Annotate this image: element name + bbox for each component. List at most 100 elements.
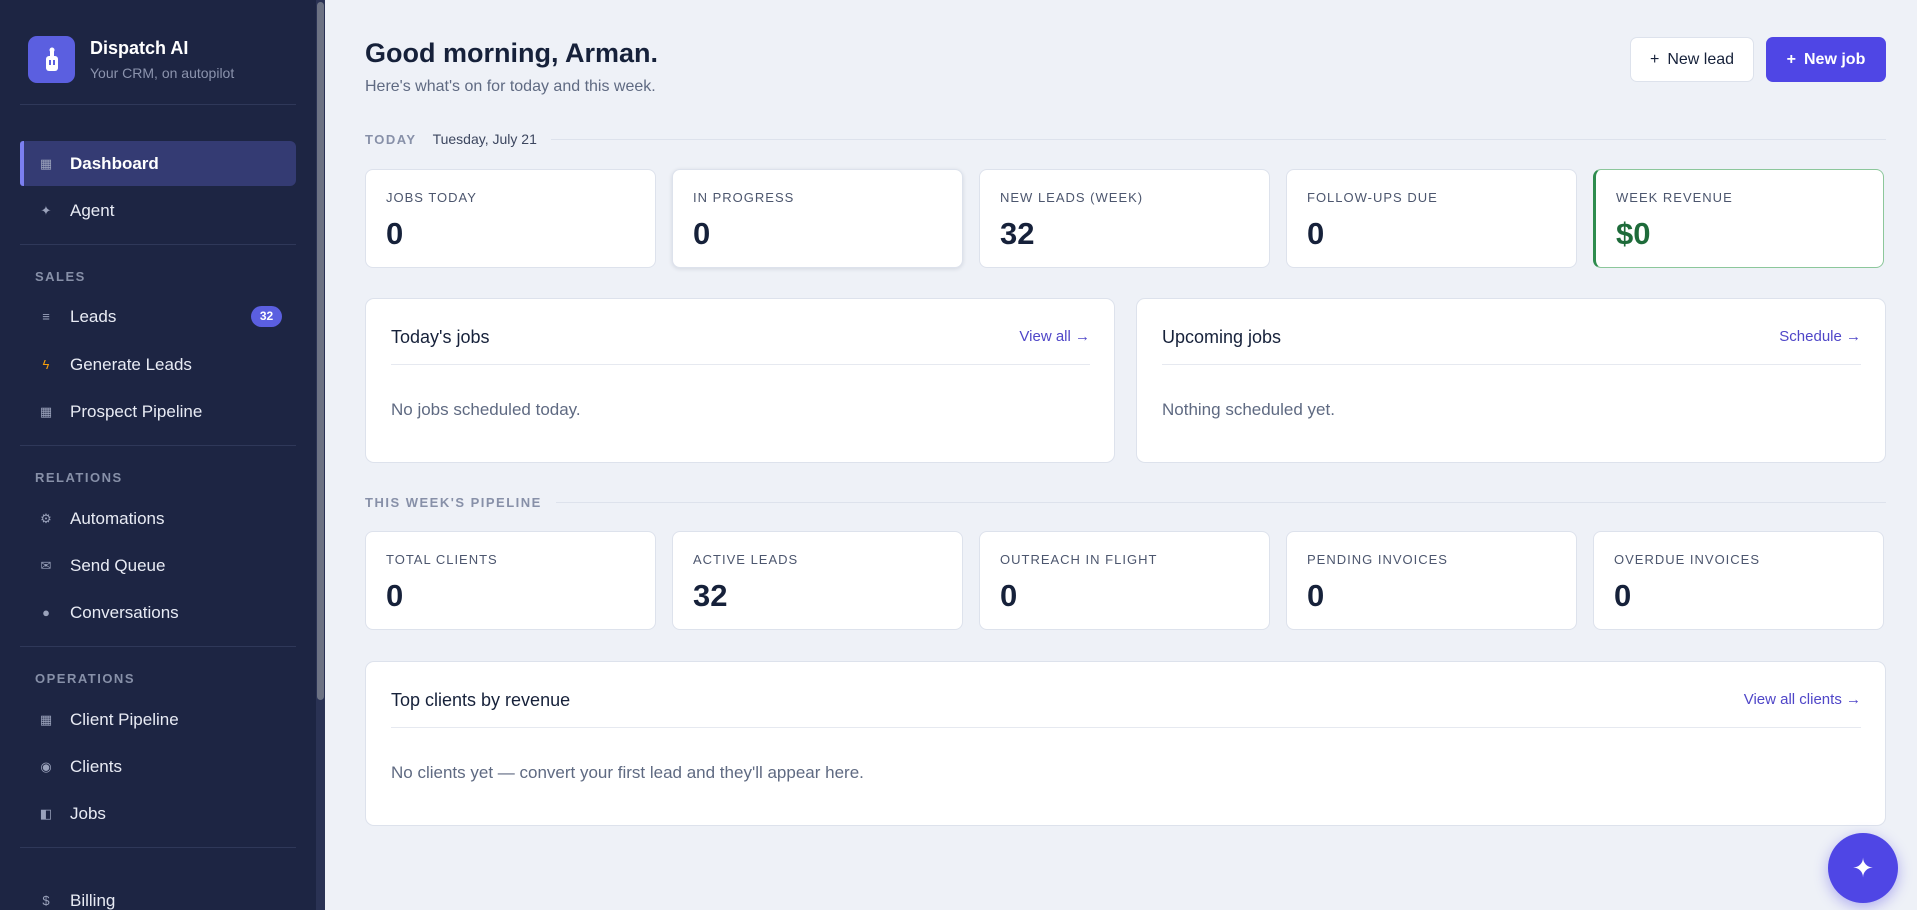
stat-label: PENDING INVOICES	[1307, 552, 1448, 567]
stat-value: 0	[386, 216, 404, 251]
stat-label: OVERDUE INVOICES	[1614, 552, 1761, 567]
stat-label: ACTIVE LEADS	[693, 552, 799, 567]
card-divider	[391, 727, 1861, 728]
stat-card-jobs-today[interactable]: JOBS TODAY 0	[365, 169, 656, 268]
stat-value: 32	[1000, 216, 1035, 251]
page-title: Good morning, Arman.	[365, 38, 658, 68]
stat-label: IN PROGRESS	[693, 190, 795, 205]
stat-label: WEEK REVENUE	[1616, 190, 1733, 205]
sidebar-item-label: Automations	[70, 508, 165, 528]
stat-card-total-clients[interactable]: TOTAL CLIENTS 0	[365, 531, 656, 630]
sidebar-item-label: Dashboard	[70, 153, 159, 173]
sidebar-item-send-queue[interactable]: ✉ Send Queue	[20, 543, 296, 588]
sidebar: Dispatch AI Your CRM, on autopilot ▦ Das…	[0, 0, 325, 910]
sparkle-icon: ✦	[40, 202, 52, 218]
list-icon: ≡	[42, 309, 50, 324]
stat-card-pending-invoices[interactable]: PENDING INVOICES 0	[1286, 531, 1577, 630]
stat-card-outreach-in-flight[interactable]: OUTREACH IN FLIGHT 0	[979, 531, 1270, 630]
stat-card-in-progress[interactable]: IN PROGRESS 0	[672, 169, 963, 268]
card-title: Upcoming jobs	[1162, 327, 1282, 347]
today-section-header: TODAY Tuesday, July 21	[365, 131, 1886, 147]
pipeline-section-header: THIS WEEK'S PIPELINE	[365, 495, 1886, 510]
sidebar-item-label: Billing	[70, 890, 116, 910]
stat-label: JOBS TODAY	[386, 190, 477, 205]
sidebar-item-conversations[interactable]: ● Conversations	[20, 590, 296, 635]
section-divider	[555, 502, 1886, 503]
plus-icon: +	[1786, 50, 1796, 68]
sidebar-divider	[20, 104, 296, 105]
stat-value: 0	[1614, 578, 1632, 613]
pipeline-icon: ▦	[39, 711, 53, 727]
top-clients-card: Top clients by revenue View all clients …	[365, 661, 1886, 826]
sparkle-icon: ✦	[1852, 852, 1874, 883]
brand[interactable]: Dispatch AI Your CRM, on autopilot	[28, 36, 234, 83]
sidebar-divider	[20, 244, 296, 245]
sidebar-item-label: Generate Leads	[70, 354, 192, 374]
empty-state-text: No clients yet — convert your first lead…	[391, 763, 864, 782]
sidebar-item-clients[interactable]: ◉ Clients	[20, 744, 296, 789]
sidebar-divider	[20, 646, 296, 647]
new-lead-label: New lead	[1667, 50, 1735, 68]
dashboard-icon: ▦	[39, 155, 53, 171]
stat-card-active-leads[interactable]: ACTIVE LEADS 32	[672, 531, 963, 630]
stat-card-overdue-invoices[interactable]: OVERDUE INVOICES 0	[1593, 531, 1884, 630]
sidebar-divider	[20, 847, 296, 848]
today-date: Tuesday, July 21	[432, 131, 537, 147]
stat-label: OUTREACH IN FLIGHT	[1000, 552, 1158, 567]
sidebar-item-leads[interactable]: ≡ Leads 32	[20, 294, 296, 339]
brand-name: Dispatch AI	[90, 38, 189, 58]
sidebar-item-label: Agent	[70, 200, 115, 220]
sidebar-item-prospect-pipeline[interactable]: ▦ Prospect Pipeline	[20, 389, 296, 434]
page-subtitle: Here's what's on for today and this week…	[365, 78, 656, 95]
plus-icon: +	[1649, 50, 1660, 68]
stat-card-follow-ups-due[interactable]: FOLLOW-UPS DUE 0	[1286, 169, 1577, 268]
new-job-button[interactable]: + New job	[1766, 37, 1886, 82]
sidebar-item-client-pipeline[interactable]: ▦ Client Pipeline	[20, 697, 296, 742]
empty-state-text: Nothing scheduled yet.	[1162, 400, 1335, 419]
lightning-icon: ϟ	[42, 357, 50, 372]
brand-tagline: Your CRM, on autopilot	[90, 65, 235, 81]
sidebar-item-generate-leads[interactable]: ϟ Generate Leads	[20, 342, 296, 387]
new-lead-button[interactable]: + New lead	[1630, 37, 1754, 82]
sidebar-item-jobs[interactable]: ◧ Jobs	[20, 791, 296, 836]
stat-card-new-leads-week[interactable]: NEW LEADS (WEEK) 32	[979, 169, 1270, 268]
sidebar-item-label: Jobs	[70, 803, 106, 823]
empty-state-text: No jobs scheduled today.	[391, 400, 581, 419]
new-job-label: New job	[1804, 50, 1866, 68]
sidebar-scrollbar[interactable]	[316, 0, 325, 910]
view-all-clients-link[interactable]: View all clients →	[1744, 691, 1861, 708]
envelope-icon: ✉	[40, 557, 52, 573]
stat-card-week-revenue[interactable]: WEEK REVENUE $0	[1593, 169, 1884, 268]
sidebar-item-agent[interactable]: ✦ Agent	[20, 188, 296, 233]
card-title: Today's jobs	[391, 327, 490, 347]
stat-value: 0	[1000, 578, 1018, 613]
sidebar-item-billing[interactable]: $ Billing	[20, 878, 296, 910]
sidebar-item-label: Client Pipeline	[70, 709, 179, 729]
leads-count-badge: 32	[251, 306, 282, 327]
sidebar-scrollbar-thumb[interactable]	[317, 2, 324, 700]
card-title: Top clients by revenue	[391, 690, 571, 710]
agent-fab-button[interactable]: ✦	[1828, 833, 1898, 903]
card-divider	[1162, 364, 1861, 365]
sidebar-divider	[20, 445, 296, 446]
pipeline-icon: ▦	[39, 403, 53, 419]
dollar-icon: $	[42, 893, 50, 908]
sidebar-item-dashboard[interactable]: ▦ Dashboard	[20, 141, 296, 186]
sidebar-item-automations[interactable]: ⚙ Automations	[20, 496, 296, 541]
stat-label: NEW LEADS (WEEK)	[1000, 190, 1144, 205]
schedule-link[interactable]: Schedule →	[1779, 328, 1861, 345]
stat-value: 0	[386, 578, 404, 613]
view-all-jobs-link[interactable]: View all →	[1019, 328, 1090, 345]
stat-value: 0	[693, 216, 711, 251]
stat-value: $0	[1616, 216, 1651, 251]
todays-jobs-card: Today's jobs View all → No jobs schedule…	[365, 298, 1115, 463]
clients-icon: ◉	[40, 758, 52, 774]
sidebar-item-label: Clients	[70, 756, 122, 776]
clipboard-icon: ◧	[39, 805, 53, 821]
gear-icon: ⚙	[40, 510, 52, 526]
sidebar-item-label: Leads	[70, 306, 117, 326]
section-divider	[550, 138, 1886, 140]
sidebar-item-label: Send Queue	[70, 555, 166, 575]
sidebar-item-label: Prospect Pipeline	[70, 401, 203, 421]
card-divider	[391, 364, 1090, 365]
